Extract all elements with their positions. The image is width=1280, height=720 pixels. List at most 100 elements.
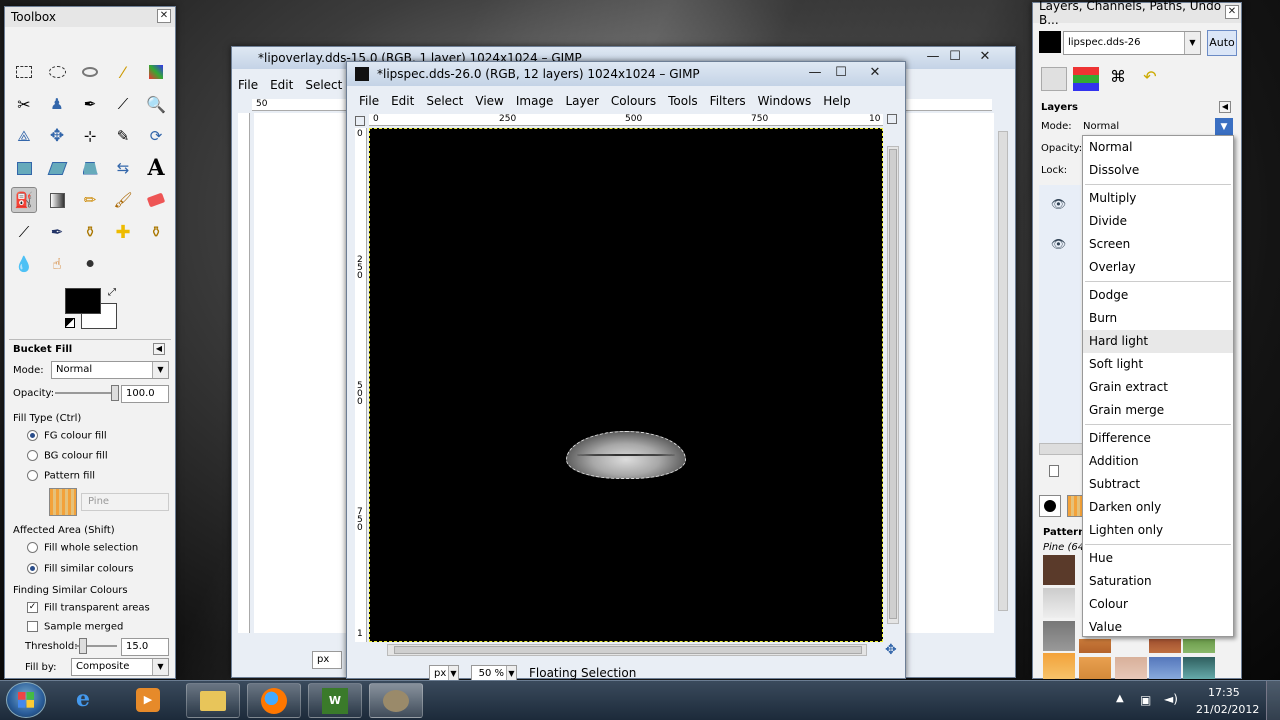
airbrush-icon[interactable]: ⟋ [11,219,37,245]
fill-similar-colours-radio[interactable]: Fill similar colours [27,563,133,575]
eye-icon[interactable]: 👁 [1051,237,1066,251]
fill-type-pattern-radio[interactable]: Pattern fill [27,470,95,482]
menu-tools[interactable]: Tools [662,94,704,108]
mode-option[interactable]: Subtract [1083,473,1233,496]
mode-option[interactable]: Overlay [1083,256,1233,279]
mode-select[interactable]: Normal ▼ [51,361,169,379]
menu-select[interactable]: Select [420,94,469,108]
scale-icon[interactable] [11,155,37,181]
perspective-icon[interactable] [77,155,103,181]
mode-option[interactable]: Grain merge [1083,399,1233,422]
menu-view[interactable]: View [469,94,509,108]
fill-by-select[interactable]: Composite ▼ [71,658,169,676]
maximize-icon[interactable]: ☐ [831,65,851,81]
scissors-icon[interactable]: ✂ [11,91,37,117]
crop-icon[interactable]: ✎ [110,123,136,149]
menu-colours[interactable]: Colours [605,94,662,108]
rotate-icon[interactable]: ⟳ [143,123,169,149]
explorer-taskbar-button[interactable] [186,683,240,718]
undo-tab-icon[interactable]: ↶ [1137,67,1163,91]
word-taskbar-button[interactable]: W [308,683,362,718]
gimp-taskbar-button[interactable] [369,683,423,718]
chevron-down-icon[interactable]: ▼ [1215,118,1233,136]
mode-option[interactable]: Soft light [1083,353,1233,376]
close-icon[interactable]: ✕ [865,65,885,81]
rect-select-icon[interactable] [11,59,37,85]
layers-hscroll[interactable] [1039,443,1083,455]
blend-icon[interactable] [44,187,70,213]
menu-layer[interactable]: Layer [559,94,604,108]
mode-option[interactable]: Colour [1083,593,1233,616]
mode-option-highlighted[interactable]: Hard light [1083,330,1233,353]
paintbrush-icon[interactable]: 🖌 [110,187,136,213]
menu-windows[interactable]: Windows [752,94,818,108]
mode-option[interactable]: Grain extract [1083,376,1233,399]
mode-option[interactable]: Screen [1083,233,1233,256]
menu-select[interactable]: Select [299,78,348,92]
color-picker-icon[interactable]: ⟋ [110,91,136,117]
foreground-select-icon[interactable]: ♟ [44,91,70,117]
media-player-icon[interactable]: ▶ [136,688,160,712]
collapse-icon[interactable]: ◀ [153,343,165,355]
align-icon[interactable]: ⊹ [77,123,103,149]
start-button[interactable] [6,682,46,718]
blur-icon[interactable]: 💧 [11,251,37,277]
brush-preview[interactable] [1039,495,1061,517]
mode-option[interactable]: Burn [1083,307,1233,330]
eraser-icon[interactable] [143,187,169,213]
close-icon[interactable]: ✕ [975,49,995,65]
threshold-spinner[interactable]: 15.0 [121,638,169,656]
smudge-icon[interactable]: ☝ [44,251,70,277]
shear-icon[interactable] [44,155,70,181]
show-hidden-icons[interactable]: ▲ [1116,693,1124,704]
mode-option[interactable]: Dissolve [1083,159,1233,182]
image-canvas[interactable] [369,128,883,642]
foreground-color-swatch[interactable] [65,288,101,314]
lipspec-vscroll[interactable] [887,146,899,624]
firefox-taskbar-button[interactable] [247,683,301,718]
quick-mask-icon[interactable] [355,116,365,126]
default-colors-icon[interactable] [65,318,75,328]
auto-button[interactable]: Auto [1207,30,1237,56]
opacity-spinner[interactable]: 100.0 [121,385,169,403]
zoom-icon[interactable]: 🔍 [143,91,169,117]
paths-tab-icon[interactable]: ⌘ [1105,67,1131,91]
mode-option[interactable]: Difference [1083,427,1233,450]
fill-type-bg-radio[interactable]: BG colour fill [27,450,108,462]
clock-time[interactable]: 17:35 [1208,686,1240,699]
menu-image[interactable]: Image [510,94,560,108]
clone-icon[interactable]: ⚱ [77,219,103,245]
menu-file[interactable]: File [232,78,264,92]
perspective-clone-icon[interactable]: ⚱ [143,219,169,245]
fill-type-fg-radio[interactable]: FG colour fill [27,430,107,442]
mode-option[interactable]: Value [1083,616,1233,639]
collapse-icon[interactable]: ◀ [1219,101,1231,113]
swap-colors-icon[interactable]: ⤢ [108,287,116,298]
layers-tab-icon[interactable] [1041,67,1067,91]
show-desktop-button[interactable] [1266,681,1280,720]
close-icon[interactable]: ✕ [157,9,171,23]
paths-icon[interactable]: ✒ [77,91,103,117]
pencil-icon[interactable]: ✏ [77,187,103,213]
mode-option[interactable]: Hue [1083,547,1233,570]
new-layer-icon[interactable] [1049,465,1059,477]
lipspec-titlebar[interactable]: *lipspec.dds-26.0 (RGB, 12 layers) 1024x… [347,62,905,86]
volume-icon[interactable]: ◄) [1164,692,1178,706]
measure-icon[interactable]: ⟁ [11,123,37,149]
minimize-icon[interactable]: — [923,49,943,65]
color-select-icon[interactable] [143,59,169,85]
fuzzy-select-icon[interactable]: ⁄ [110,59,136,85]
dodge-burn-icon[interactable]: ⚫ [77,251,103,277]
network-icon[interactable]: ▣ [1140,693,1151,707]
pattern-preview[interactable] [49,488,77,516]
layers-dock-titlebar[interactable]: Layers, Channels, Paths, Undo - B... ✕ [1033,0,1241,27]
fill-transparent-checkbox[interactable]: ✓ Fill transparent areas [27,602,150,614]
toolbox-titlebar[interactable]: Toolbox ✕ [5,7,175,27]
mode-option[interactable]: Divide [1083,210,1233,233]
lipspec-window[interactable]: *lipspec.dds-26.0 (RGB, 12 layers) 1024x… [346,61,906,683]
opacity-slider[interactable] [55,385,119,401]
bucket-fill-icon[interactable]: ⛽ [11,187,37,213]
menu-help[interactable]: Help [817,94,856,108]
image-select[interactable]: lipspec.dds-26 ▼ [1063,31,1201,55]
heal-icon[interactable]: ✚ [110,219,136,245]
